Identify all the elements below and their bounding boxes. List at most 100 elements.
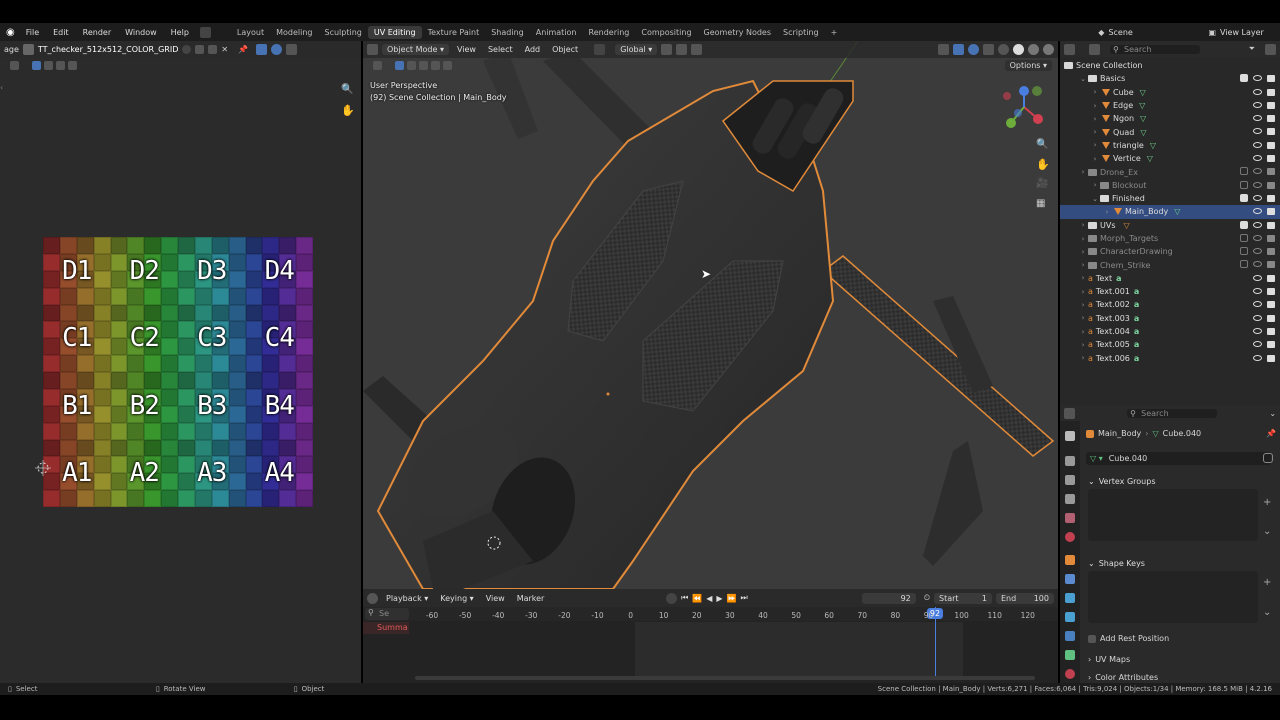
- select-extend-icon[interactable]: [407, 60, 416, 70]
- uv-image-menu[interactable]: age: [4, 45, 19, 54]
- add-shape-key-icon[interactable]: +: [1263, 577, 1271, 588]
- eye-visibility-icon[interactable]: [1253, 208, 1262, 215]
- pin-icon[interactable]: 📌: [238, 45, 248, 54]
- display-channels-icon[interactable]: [286, 44, 298, 55]
- camera-render-icon[interactable]: [1267, 115, 1275, 123]
- tab-modeling[interactable]: Modeling: [270, 26, 318, 39]
- expand-arrow-icon[interactable]: ›: [1090, 181, 1100, 189]
- constraints-tab-icon[interactable]: [1065, 631, 1075, 641]
- expand-arrow-icon[interactable]: ›: [1078, 341, 1088, 349]
- eye-visibility-icon[interactable]: [1253, 261, 1262, 268]
- properties-editor[interactable]: ⚲ Search ⌄ Main_Body › ▽ Cube.040 📌 ▽ ▾ C…: [1060, 405, 1280, 683]
- transform-pivot-icon[interactable]: [594, 44, 606, 55]
- overlay-toggle-icon[interactable]: [968, 44, 979, 55]
- outliner-row[interactable]: › Edge ▽: [1060, 99, 1280, 112]
- expand-arrow-icon[interactable]: ›: [1090, 128, 1100, 136]
- eye-visibility-icon[interactable]: [1253, 194, 1262, 201]
- eye-visibility-icon[interactable]: [1253, 155, 1262, 162]
- menu-marker[interactable]: Marker: [513, 593, 549, 604]
- camera-render-icon[interactable]: [1267, 168, 1275, 176]
- uv-sync-icon[interactable]: [256, 44, 268, 55]
- zoom-icon[interactable]: 🔍: [1036, 139, 1048, 150]
- frame-start-field[interactable]: Start 1: [934, 592, 992, 604]
- color-attributes-panel[interactable]: › Color Attributes: [1088, 673, 1158, 682]
- mesh-data-icon[interactable]: ▽: [1150, 141, 1156, 150]
- add-vertex-group-icon[interactable]: +: [1263, 497, 1271, 508]
- menu-add[interactable]: Add: [521, 44, 545, 55]
- mesh-data-tab-icon[interactable]: [1065, 650, 1075, 660]
- tab-texture-paint[interactable]: Texture Paint: [422, 26, 486, 39]
- outliner-row[interactable]: › Quad ▽: [1060, 125, 1280, 138]
- mesh-data-icon[interactable]: ▽: [1140, 114, 1146, 123]
- outliner-row[interactable]: ⌄ Finished: [1060, 192, 1280, 205]
- camera-render-icon[interactable]: [1267, 75, 1275, 83]
- eye-visibility-icon[interactable]: [1253, 128, 1262, 135]
- overlay-icon[interactable]: [271, 44, 283, 55]
- exclude-checkbox[interactable]: [1240, 220, 1248, 229]
- eye-visibility-icon[interactable]: [1253, 101, 1262, 108]
- outliner-row[interactable]: › a Text.002 a: [1060, 298, 1280, 311]
- 3d-viewport[interactable]: Object Mode ▾ View Select Add Object Glo…: [363, 41, 1058, 589]
- text-data-icon[interactable]: a: [1134, 287, 1139, 296]
- expand-arrow-icon[interactable]: ›: [1078, 248, 1088, 256]
- exclude-checkbox[interactable]: [1240, 233, 1248, 242]
- vertex-group-menu-icon[interactable]: ⌄: [1263, 526, 1271, 537]
- tab-scripting[interactable]: Scripting: [777, 26, 825, 39]
- camera-render-icon[interactable]: [1267, 261, 1275, 269]
- play-icon[interactable]: ▶: [716, 594, 722, 603]
- editor-type-3d-icon[interactable]: [367, 44, 378, 55]
- render-tab-icon[interactable]: [1065, 456, 1075, 466]
- expand-arrow-icon[interactable]: ›: [1078, 168, 1088, 176]
- view-layer-selector[interactable]: View Layer: [1220, 28, 1280, 37]
- camera-render-icon[interactable]: [1267, 327, 1275, 335]
- select-intersect-icon[interactable]: [443, 60, 452, 70]
- gizmo-toggle-icon[interactable]: [953, 44, 964, 55]
- expand-arrow-icon[interactable]: ›: [1078, 328, 1088, 336]
- exclude-checkbox[interactable]: [1240, 74, 1248, 83]
- select-mode-face-icon[interactable]: [56, 60, 65, 70]
- tab-layout[interactable]: Layout: [231, 26, 270, 39]
- menu-object[interactable]: Object: [548, 44, 582, 55]
- select-mode-vertex-icon[interactable]: [32, 60, 41, 70]
- grid-toggle-icon[interactable]: ▦: [1036, 198, 1045, 209]
- camera-render-icon[interactable]: [1267, 314, 1275, 322]
- navigation-gizmo[interactable]: [1001, 83, 1047, 131]
- mesh-datablock-field[interactable]: ▽ ▾ Cube.040: [1086, 452, 1271, 465]
- exclude-checkbox[interactable]: [1240, 247, 1248, 256]
- current-frame-field[interactable]: 92: [861, 592, 916, 604]
- editor-type-properties-icon[interactable]: [1064, 407, 1075, 419]
- expand-arrow-icon[interactable]: ›: [1078, 354, 1088, 362]
- expand-arrow-icon[interactable]: ›: [1078, 288, 1088, 296]
- outliner-row[interactable]: › triangle ▽: [1060, 139, 1280, 152]
- menu-view[interactable]: View: [453, 44, 480, 55]
- jump-keyframe-back-icon[interactable]: ⏪: [692, 594, 702, 603]
- frame-end-field[interactable]: End 100: [996, 592, 1054, 604]
- uv-maps-panel[interactable]: › UV Maps: [1088, 655, 1130, 664]
- shape-keys-title[interactable]: Shape Keys: [1099, 559, 1145, 568]
- exclude-checkbox[interactable]: [1240, 260, 1248, 269]
- properties-search-input[interactable]: ⚲ Search: [1127, 408, 1218, 418]
- eye-visibility-icon[interactable]: [1253, 168, 1262, 175]
- mesh-data-icon[interactable]: ▽: [1174, 207, 1180, 216]
- breadcrumb-mesh[interactable]: Cube.040: [1163, 429, 1201, 438]
- image-browse-icon[interactable]: [22, 44, 34, 55]
- eye-visibility-icon[interactable]: [1253, 354, 1262, 361]
- expand-arrow-icon[interactable]: ›: [1090, 88, 1100, 96]
- expand-arrow-icon[interactable]: ›: [1090, 155, 1100, 163]
- select-invert-icon[interactable]: [431, 60, 440, 70]
- vertex-groups-panel[interactable]: ⌄ Vertex Groups: [1060, 473, 1280, 541]
- orientation-dropdown[interactable]: Global ▾: [615, 44, 658, 55]
- outliner-row[interactable]: › UVs ▽: [1060, 219, 1280, 232]
- editor-type-outliner-icon[interactable]: [1064, 43, 1075, 55]
- eye-visibility-icon[interactable]: [1253, 115, 1262, 122]
- jump-start-icon[interactable]: ⏮: [681, 593, 688, 603]
- shape-keys-list[interactable]: [1088, 571, 1258, 623]
- select-box-icon[interactable]: [395, 60, 404, 70]
- select-mode-island-icon[interactable]: [68, 60, 77, 70]
- camera-render-icon[interactable]: [1267, 194, 1275, 202]
- eye-visibility-icon[interactable]: [1253, 314, 1262, 321]
- chevron-down-icon[interactable]: ⌄: [1269, 409, 1276, 418]
- editor-layout-icon[interactable]: [199, 26, 211, 38]
- camera-render-icon[interactable]: [1267, 141, 1275, 149]
- open-image-icon[interactable]: [208, 45, 218, 54]
